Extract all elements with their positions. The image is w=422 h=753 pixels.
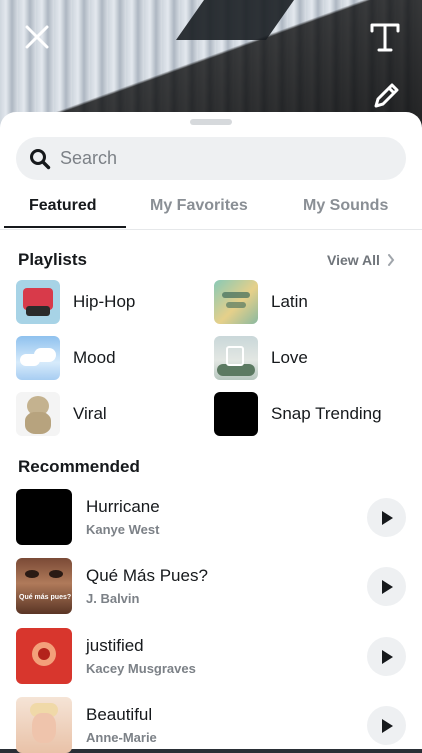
drag-handle[interactable] xyxy=(190,119,232,125)
playlist-mood[interactable]: Mood xyxy=(16,336,116,380)
view-all-link[interactable]: View All xyxy=(327,252,395,268)
playlist-cover xyxy=(16,392,60,436)
track-artist: Kanye West xyxy=(86,522,160,537)
play-button[interactable] xyxy=(367,706,406,745)
recommended-track[interactable]: Beautiful Anne-Marie xyxy=(16,697,406,753)
search-icon xyxy=(30,148,51,169)
playlist-cover xyxy=(16,336,60,380)
album-art xyxy=(16,697,72,753)
search-input[interactable]: Search xyxy=(60,148,117,169)
playlists-heading: Playlists xyxy=(18,250,87,269)
track-title: Qué Más Pues? xyxy=(86,566,208,585)
tab-my-sounds[interactable]: My Sounds xyxy=(303,197,388,215)
tab-featured[interactable]: Featured xyxy=(29,197,97,215)
text-tool-icon[interactable] xyxy=(368,20,402,54)
play-button[interactable] xyxy=(367,637,406,676)
playlist-cover xyxy=(214,280,258,324)
recommended-heading: Recommended xyxy=(18,457,140,476)
play-button[interactable] xyxy=(367,567,406,606)
sound-picker-sheet: Search Featured My Favorites My Sounds P… xyxy=(0,112,422,753)
playlist-label: Love xyxy=(271,348,308,367)
track-artist: Anne-Marie xyxy=(86,730,157,745)
playlist-snap-trending[interactable]: Snap Trending xyxy=(214,392,382,436)
play-icon xyxy=(381,579,393,594)
playlist-label: Viral xyxy=(73,404,107,423)
pencil-icon[interactable] xyxy=(370,80,402,112)
recommended-track[interactable]: justified Kacey Musgraves xyxy=(16,628,406,684)
playlist-viral[interactable]: Viral xyxy=(16,392,107,436)
close-icon[interactable] xyxy=(24,24,50,50)
search-bar[interactable]: Search xyxy=(16,137,406,180)
album-art: Qué más pues? xyxy=(16,558,72,614)
playlist-label: Latin xyxy=(271,292,308,311)
track-artist: J. Balvin xyxy=(86,591,140,606)
play-button[interactable] xyxy=(367,498,406,537)
play-icon xyxy=(381,718,393,733)
playlist-love[interactable]: Love xyxy=(214,336,308,380)
album-art-text: Qué más pues? xyxy=(19,594,72,601)
recommended-track[interactable]: Qué más pues? Qué Más Pues? J. Balvin xyxy=(16,558,406,614)
playlist-hip-hop[interactable]: Hip-Hop xyxy=(16,280,135,324)
divider xyxy=(0,229,422,230)
play-icon xyxy=(381,649,393,664)
active-tab-indicator xyxy=(4,226,126,228)
playlist-label: Snap Trending xyxy=(271,404,382,423)
track-artist: Kacey Musgraves xyxy=(86,661,196,676)
playlist-cover xyxy=(16,280,60,324)
playlist-cover xyxy=(214,392,258,436)
track-title: Beautiful xyxy=(86,705,153,724)
play-icon xyxy=(381,510,393,525)
recommended-track[interactable]: Hurricane Kanye West xyxy=(16,489,406,545)
playlist-latin[interactable]: Latin xyxy=(214,280,308,324)
playlist-label: Hip-Hop xyxy=(73,292,136,311)
track-title: justified xyxy=(86,636,144,655)
track-title: Hurricane xyxy=(86,497,160,516)
view-all-label: View All xyxy=(327,252,380,268)
chevron-right-icon xyxy=(387,254,395,266)
album-art xyxy=(16,628,72,684)
tab-my-favorites[interactable]: My Favorites xyxy=(150,197,248,215)
playlist-label: Mood xyxy=(73,348,116,367)
album-art xyxy=(16,489,72,545)
tab-bar: Featured My Favorites My Sounds xyxy=(0,187,422,229)
playlist-cover xyxy=(214,336,258,380)
